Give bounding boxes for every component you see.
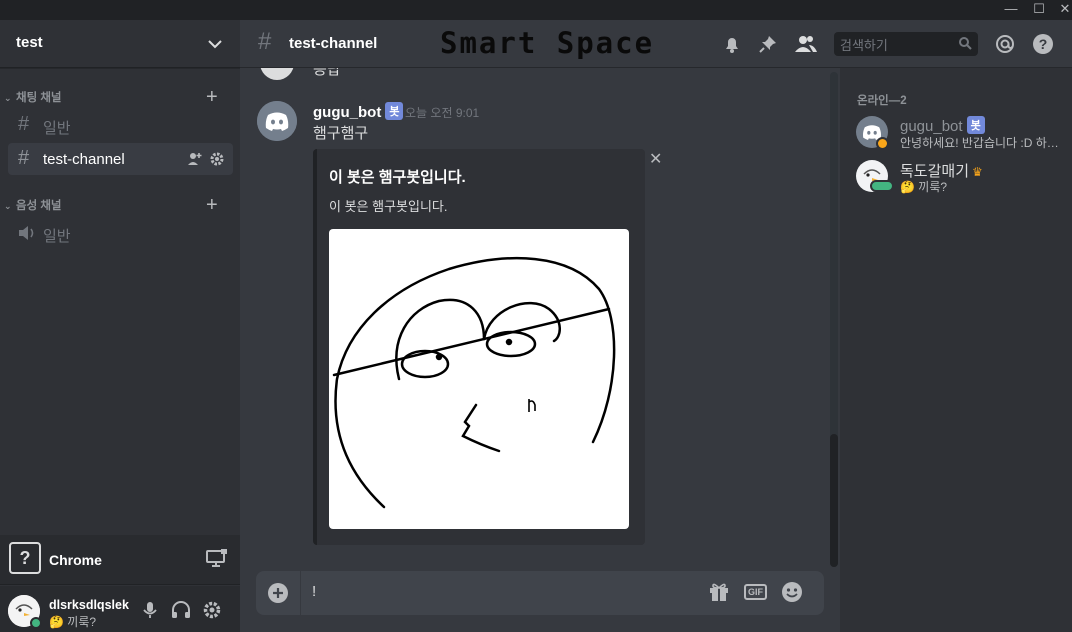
text-category[interactable]: ⌄ 채팅 채널 [4, 89, 62, 105]
message-embed: ✕ 이 봇은 햄구봇입니다. 이 봇은 햄구봇입니다. [313, 149, 662, 545]
username: dlsrksdlqslek [49, 598, 129, 612]
help-icon[interactable]: ? [1032, 33, 1054, 55]
gif-icon[interactable]: GIF [744, 584, 767, 600]
channel-label: 일반 [43, 228, 71, 245]
add-channel-icon[interactable]: + [206, 87, 218, 107]
svg-text:?: ? [1039, 36, 1048, 52]
member-name-text: gugu_bot [900, 118, 963, 135]
message-text: 햄구햄구 [313, 125, 369, 142]
settings-gear-icon[interactable] [202, 600, 222, 620]
hash-icon: # [18, 147, 30, 169]
discord-logo-icon [257, 101, 297, 141]
gift-icon[interactable] [708, 581, 730, 603]
unknown-game-icon: ? [9, 542, 41, 574]
activity-label: Chrome [49, 552, 102, 568]
divider [300, 571, 301, 615]
chat-area: # test-channel Smart Space 검색하기 ? 응답 gug… [240, 20, 1072, 632]
microphone-icon[interactable] [140, 600, 160, 620]
channel-label: 일반 [43, 120, 71, 137]
avatar [856, 160, 894, 192]
member-list-icon[interactable] [794, 34, 818, 54]
close-icon[interactable]: ✕ [649, 149, 662, 169]
app: test ⌄ 채팅 채널 + # 일반 # test-channel ⌄ 음성 채널… [0, 20, 1072, 632]
idle-status-icon [876, 137, 889, 150]
mention-icon[interactable] [994, 33, 1016, 55]
chevron-down-icon: ⌄ [4, 201, 12, 211]
bot-tag: 봇 [385, 102, 404, 120]
add-attachment-icon[interactable] [267, 582, 289, 604]
member-list: 온라인—2 gugu_bot 봇 안녕하세요! 반갑습니다 :D 하는 중 독도갈… [840, 68, 1072, 632]
screen-share-icon[interactable] [206, 549, 228, 567]
hash-icon: # [258, 28, 272, 55]
category-label: 음성 채널 [16, 200, 62, 212]
emoji-icon[interactable] [781, 581, 803, 603]
bell-icon[interactable] [722, 34, 742, 54]
online-status-dot [30, 617, 42, 629]
category-label: 채팅 채널 [16, 92, 62, 104]
search-placeholder: 검색하기 [840, 38, 888, 53]
mobile-status-icon [870, 180, 894, 192]
search-input[interactable]: 검색하기 [834, 32, 978, 56]
headphones-icon[interactable] [170, 600, 192, 620]
bot-avatar[interactable] [257, 101, 297, 141]
embed-title: 이 봇은 햄구봇입니다. [329, 169, 466, 186]
pin-icon[interactable] [758, 34, 778, 54]
user-panel: dlsrksdlqslek 🤔 끼룩? [0, 586, 240, 632]
embed-image[interactable] [329, 229, 629, 529]
message-input[interactable]: ! [312, 583, 316, 600]
embed-description: 이 봇은 햄구봇입니다. [329, 199, 448, 214]
title-bar: — ☐ ✕ [0, 0, 1072, 20]
voice-category[interactable]: ⌄ 음성 채널 [4, 197, 62, 213]
search-icon [959, 37, 972, 50]
watermark: Smart Space [440, 26, 655, 60]
speaker-icon [19, 226, 34, 240]
voice-channel-general[interactable]: 일반 [8, 217, 233, 249]
minimize-button[interactable]: — [996, 0, 1026, 20]
invite-icon[interactable] [187, 151, 203, 167]
avatar [260, 68, 294, 80]
member-activity: 안녕하세요! 반갑습니다 :D 하는 중 [900, 136, 1068, 150]
member-item[interactable]: gugu_bot 봇 안녕하세요! 반갑습니다 :D 하는 중 [856, 110, 1072, 154]
custom-status: 🤔 끼룩? [49, 615, 97, 629]
member-activity: 🤔 끼룩? [900, 180, 948, 194]
scrollbar-thumb[interactable] [830, 434, 838, 567]
channel-label: test-channel [43, 151, 125, 168]
guild-name: test [16, 34, 43, 51]
author-name: gugu_bot [313, 104, 382, 121]
channel-item-general[interactable]: # 일반 [8, 109, 233, 141]
message-author[interactable]: gugu_bot 봇 [313, 102, 404, 121]
member-category: 온라인—2 [857, 95, 907, 107]
gear-icon[interactable] [209, 151, 225, 167]
channel-item-test-channel[interactable]: # test-channel [8, 143, 233, 175]
message-composer[interactable]: ! GIF [256, 571, 824, 615]
doodle-face-image [332, 256, 616, 509]
crown-icon: ♛ [972, 165, 983, 179]
avatar [856, 116, 889, 150]
guild-header[interactable]: test [0, 20, 240, 68]
member-item[interactable]: 독도갈매기 ♛ 🤔 끼룩? [856, 154, 1072, 198]
chevron-down-icon: ⌄ [4, 93, 12, 103]
message-text: 응답 [313, 68, 341, 78]
add-channel-icon[interactable]: + [206, 195, 218, 215]
scrollbar-track[interactable] [830, 72, 838, 567]
activity-panel: ? Chrome [0, 535, 240, 585]
member-name: gugu_bot 봇 [900, 116, 985, 135]
hash-icon: # [18, 113, 30, 135]
message-timestamp: 오늘 오전 9:01 [405, 106, 480, 120]
close-window-button[interactable]: ✕ [1050, 0, 1072, 20]
channel-sidebar: test ⌄ 채팅 채널 + # 일반 # test-channel ⌄ 음성 채널… [0, 20, 240, 632]
channel-title: test-channel [289, 35, 378, 52]
bot-tag: 봇 [966, 116, 985, 134]
chevron-down-icon [208, 40, 222, 49]
message-list: 응답 gugu_bot 봇 오늘 오전 9:01 햄구햄구 ✕ 이 봇은 햄구봇입… [240, 68, 840, 568]
channel-header: # test-channel Smart Space 검색하기 ? [240, 20, 1072, 68]
